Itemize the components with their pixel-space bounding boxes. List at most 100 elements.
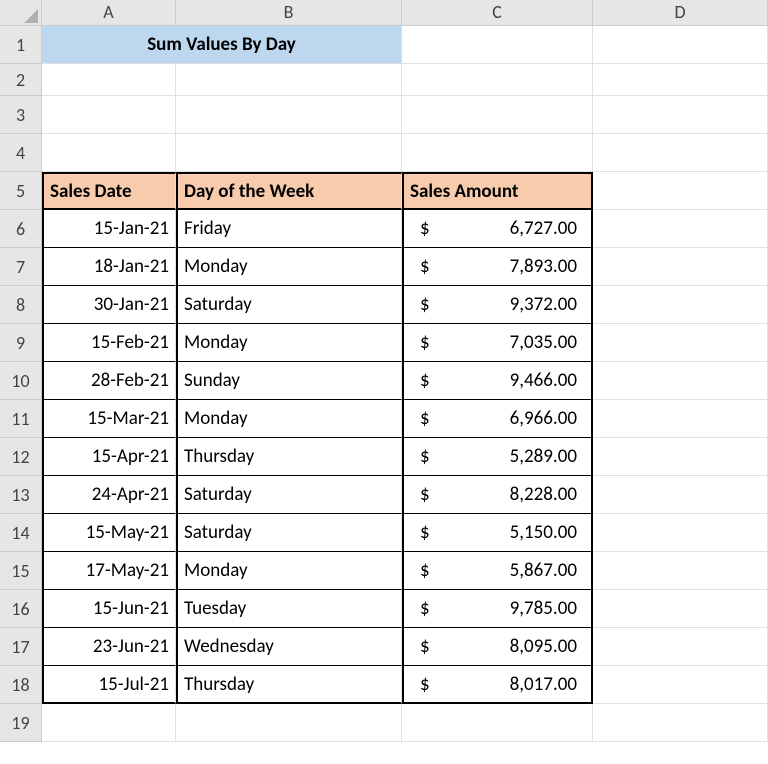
cell-D8[interactable] bbox=[593, 286, 768, 324]
cell-A4[interactable] bbox=[42, 134, 176, 172]
cell-date[interactable]: 30-Jan-21 bbox=[42, 286, 176, 324]
cell-D7[interactable] bbox=[593, 248, 768, 286]
cell-day[interactable]: Wednesday bbox=[176, 628, 402, 666]
cell-C4[interactable] bbox=[402, 134, 593, 172]
row-header-12[interactable]: 12 bbox=[0, 438, 42, 476]
cell-D13[interactable] bbox=[593, 476, 768, 514]
row-header-18[interactable]: 18 bbox=[0, 666, 42, 704]
cell-day[interactable]: Saturday bbox=[176, 514, 402, 552]
row-header-19[interactable]: 19 bbox=[0, 704, 42, 742]
cell-A3[interactable] bbox=[42, 96, 176, 134]
cell-C2[interactable] bbox=[402, 64, 593, 96]
row-header-14[interactable]: 14 bbox=[0, 514, 42, 552]
col-header-D[interactable]: D bbox=[593, 0, 768, 26]
title-cell[interactable]: Sum Values By Day bbox=[42, 26, 402, 64]
cell-D14[interactable] bbox=[593, 514, 768, 552]
spreadsheet-grid[interactable]: A B C D 1 Sum Values By Day 2 3 4 5 Sale… bbox=[0, 0, 768, 742]
row-header-8[interactable]: 8 bbox=[0, 286, 42, 324]
header-sales-date[interactable]: Sales Date bbox=[42, 172, 176, 210]
cell-B3[interactable] bbox=[176, 96, 402, 134]
header-sales-amount[interactable]: Sales Amount bbox=[402, 172, 593, 210]
row-header-4[interactable]: 4 bbox=[0, 134, 42, 172]
cell-D2[interactable] bbox=[593, 64, 768, 96]
row-header-10[interactable]: 10 bbox=[0, 362, 42, 400]
cell-date[interactable]: 15-Jun-21 bbox=[42, 590, 176, 628]
cell-B2[interactable] bbox=[176, 64, 402, 96]
cell-D18[interactable] bbox=[593, 666, 768, 704]
cell-amount[interactable]: $6,966.00 bbox=[402, 400, 593, 438]
cell-D5[interactable] bbox=[593, 172, 768, 210]
cell-D4[interactable] bbox=[593, 134, 768, 172]
cell-date[interactable]: 28-Feb-21 bbox=[42, 362, 176, 400]
cell-date[interactable]: 24-Apr-21 bbox=[42, 476, 176, 514]
col-header-C[interactable]: C bbox=[402, 0, 593, 26]
row-header-15[interactable]: 15 bbox=[0, 552, 42, 590]
select-all-corner[interactable] bbox=[0, 0, 42, 26]
cell-day[interactable]: Monday bbox=[176, 248, 402, 286]
cell-C1[interactable] bbox=[402, 26, 593, 64]
col-header-A[interactable]: A bbox=[42, 0, 176, 26]
cell-D15[interactable] bbox=[593, 552, 768, 590]
cell-amount[interactable]: $8,017.00 bbox=[402, 666, 593, 704]
cell-amount[interactable]: $5,289.00 bbox=[402, 438, 593, 476]
row-header-7[interactable]: 7 bbox=[0, 248, 42, 286]
cell-D6[interactable] bbox=[593, 210, 768, 248]
row-header-6[interactable]: 6 bbox=[0, 210, 42, 248]
cell-A2[interactable] bbox=[42, 64, 176, 96]
cell-day[interactable]: Monday bbox=[176, 400, 402, 438]
cell-date[interactable]: 23-Jun-21 bbox=[42, 628, 176, 666]
cell-date[interactable]: 15-Feb-21 bbox=[42, 324, 176, 362]
row-header-5[interactable]: 5 bbox=[0, 172, 42, 210]
header-day-of-week[interactable]: Day of the Week bbox=[176, 172, 402, 210]
cell-date[interactable]: 15-Jul-21 bbox=[42, 666, 176, 704]
cell-day[interactable]: Thursday bbox=[176, 666, 402, 704]
cell-amount[interactable]: $7,893.00 bbox=[402, 248, 593, 286]
cell-day[interactable]: Monday bbox=[176, 552, 402, 590]
cell-amount[interactable]: $7,035.00 bbox=[402, 324, 593, 362]
cell-D17[interactable] bbox=[593, 628, 768, 666]
cell-date[interactable]: 15-Apr-21 bbox=[42, 438, 176, 476]
row-header-2[interactable]: 2 bbox=[0, 64, 42, 96]
cell-C3[interactable] bbox=[402, 96, 593, 134]
cell-day[interactable]: Friday bbox=[176, 210, 402, 248]
col-header-B[interactable]: B bbox=[176, 0, 402, 26]
cell-D12[interactable] bbox=[593, 438, 768, 476]
row-header-17[interactable]: 17 bbox=[0, 628, 42, 666]
row-header-16[interactable]: 16 bbox=[0, 590, 42, 628]
cell-D11[interactable] bbox=[593, 400, 768, 438]
cell-amount[interactable]: $9,785.00 bbox=[402, 590, 593, 628]
cell-D3[interactable] bbox=[593, 96, 768, 134]
cell-date[interactable]: 15-Jan-21 bbox=[42, 210, 176, 248]
cell-date[interactable]: 15-May-21 bbox=[42, 514, 176, 552]
cell-D16[interactable] bbox=[593, 590, 768, 628]
cell-date[interactable]: 17-May-21 bbox=[42, 552, 176, 590]
cell-D1[interactable] bbox=[593, 26, 768, 64]
cell-amount[interactable]: $5,867.00 bbox=[402, 552, 593, 590]
cell-amount[interactable]: $9,372.00 bbox=[402, 286, 593, 324]
cell-amount[interactable]: $8,228.00 bbox=[402, 476, 593, 514]
cell-amount[interactable]: $6,727.00 bbox=[402, 210, 593, 248]
cell-amount[interactable]: $8,095.00 bbox=[402, 628, 593, 666]
cell-day[interactable]: Saturday bbox=[176, 286, 402, 324]
cell-B19[interactable] bbox=[176, 704, 402, 742]
cell-D10[interactable] bbox=[593, 362, 768, 400]
cell-day[interactable]: Thursday bbox=[176, 438, 402, 476]
cell-day[interactable]: Sunday bbox=[176, 362, 402, 400]
cell-C19[interactable] bbox=[402, 704, 593, 742]
cell-day[interactable]: Tuesday bbox=[176, 590, 402, 628]
row-header-11[interactable]: 11 bbox=[0, 400, 42, 438]
cell-D9[interactable] bbox=[593, 324, 768, 362]
cell-date[interactable]: 18-Jan-21 bbox=[42, 248, 176, 286]
cell-day[interactable]: Monday bbox=[176, 324, 402, 362]
row-header-9[interactable]: 9 bbox=[0, 324, 42, 362]
row-header-1[interactable]: 1 bbox=[0, 26, 42, 64]
row-header-3[interactable]: 3 bbox=[0, 96, 42, 134]
cell-B4[interactable] bbox=[176, 134, 402, 172]
cell-amount[interactable]: $9,466.00 bbox=[402, 362, 593, 400]
cell-day[interactable]: Saturday bbox=[176, 476, 402, 514]
cell-A19[interactable] bbox=[42, 704, 176, 742]
cell-D19[interactable] bbox=[593, 704, 768, 742]
cell-amount[interactable]: $5,150.00 bbox=[402, 514, 593, 552]
cell-date[interactable]: 15-Mar-21 bbox=[42, 400, 176, 438]
row-header-13[interactable]: 13 bbox=[0, 476, 42, 514]
